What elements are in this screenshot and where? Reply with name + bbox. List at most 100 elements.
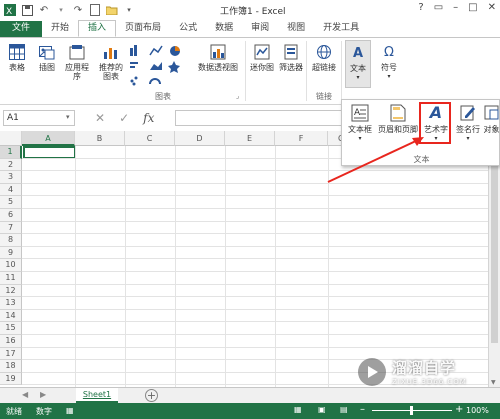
cancel-icon[interactable]: ✕ [95, 111, 105, 125]
tab-insert[interactable]: 插入 [78, 20, 117, 37]
apps-label: 应用程 序 [65, 63, 89, 81]
sheet-tab-sheet1[interactable]: Sheet1 [76, 388, 118, 403]
filter-button[interactable]: 筛选器 [277, 43, 305, 72]
row-header[interactable]: 12 [0, 284, 22, 298]
sheet-next-icon[interactable]: ▶ [40, 390, 46, 399]
name-box[interactable]: A1 [3, 110, 75, 126]
row-header[interactable]: 10 [0, 259, 22, 272]
row-header[interactable]: 18 [0, 360, 22, 373]
chart-types-gallery[interactable] [128, 44, 190, 88]
macro-record-icon[interactable]: ▦ [66, 406, 74, 415]
redo-icon[interactable]: ↷ [72, 4, 84, 16]
hyperlink-label: 超链接 [312, 63, 336, 72]
row-header[interactable]: 19 [0, 372, 22, 386]
tab-page-layout[interactable]: 页面布局 [116, 21, 170, 37]
grid-row-line [22, 308, 500, 310]
column-header[interactable]: B [75, 131, 125, 146]
maximize-icon[interactable]: □ [468, 2, 477, 13]
column-header[interactable]: A [22, 131, 75, 146]
row-header[interactable]: 2 [0, 158, 22, 172]
grid-row-line [22, 321, 500, 323]
zoom-out-icon[interactable]: – [360, 404, 365, 415]
scroll-down-icon[interactable]: ▼ [491, 379, 496, 386]
help-icon[interactable]: ? [418, 2, 423, 13]
select-all-corner[interactable] [0, 131, 22, 146]
text-dropdown-icon: ▾ [356, 74, 360, 81]
tab-data[interactable]: 数据 [206, 21, 242, 37]
normal-view-icon[interactable]: ▦ [294, 405, 302, 414]
pivot-chart-button[interactable]: 数据透视图 [194, 43, 242, 72]
row-header[interactable]: 4 [0, 183, 22, 197]
column-header[interactable]: C [125, 131, 175, 146]
row-header[interactable]: 13 [0, 297, 22, 310]
recommended-charts-button[interactable]: 推荐的 图表 [98, 43, 124, 81]
tab-formulas[interactable]: 公式 [170, 21, 206, 37]
sparkline-button[interactable]: 迷你图 [248, 43, 276, 72]
close-icon[interactable]: ✕ [488, 2, 496, 13]
page-break-view-icon[interactable]: ▤ [340, 405, 348, 414]
tab-review[interactable]: 审阅 [242, 21, 278, 37]
tab-file[interactable]: 文件 [0, 21, 43, 37]
minimize-icon[interactable]: – [453, 2, 458, 13]
column-header[interactable]: E [225, 131, 275, 146]
title-bar: X ↶ ▾ ↷ ▾ 工作簿1 - Excel ? ▭ – □ ✕ [0, 0, 500, 20]
row-header[interactable]: 14 [0, 309, 22, 323]
page-layout-view-icon[interactable]: ▣ [318, 405, 326, 414]
enter-icon[interactable]: ✓ [119, 111, 129, 125]
quick-access-toolbar: X ↶ ▾ ↷ ▾ [4, 4, 135, 16]
tab-view[interactable]: 视图 [278, 21, 314, 37]
row-header[interactable]: 5 [0, 196, 22, 209]
tab-developer[interactable]: 开发工具 [314, 21, 368, 37]
table-button[interactable]: 表格 [6, 43, 28, 72]
new-icon[interactable] [89, 4, 101, 16]
tab-home[interactable]: 开始 [42, 21, 78, 37]
row-header[interactable]: 11 [0, 272, 22, 285]
grid-row-line [22, 296, 500, 298]
ribbon-display-icon[interactable]: ▭ [434, 2, 443, 13]
illustrations-icon [38, 43, 56, 61]
save-icon[interactable] [21, 4, 33, 16]
open-icon[interactable] [106, 4, 118, 16]
hyperlink-button[interactable]: 超链接 [309, 43, 339, 72]
row-header[interactable]: 17 [0, 347, 22, 361]
svg-text:X: X [6, 7, 12, 16]
row-header[interactable]: 6 [0, 209, 22, 222]
ribbon: 表格 插图 应用程 序 推荐的 图表 数据透视图 图表 ⌟ 迷你图 筛选器 超链… [0, 37, 500, 105]
watermark: 溜溜自学 ZIXUE.3D66.COM [358, 357, 467, 386]
apps-button[interactable]: 应用程 序 [64, 43, 90, 81]
zoom-in-icon[interactable]: + [455, 404, 463, 415]
grid-column-line [125, 146, 126, 387]
add-sheet-icon[interactable]: + [145, 389, 158, 402]
text-icon: A [352, 45, 364, 61]
row-header[interactable]: 15 [0, 322, 22, 335]
undo-dropdown-icon[interactable]: ▾ [55, 4, 67, 16]
signature-line-button[interactable]: 签名行 ▾ [454, 104, 482, 143]
pivot-chart-label: 数据透视图 [198, 63, 238, 72]
row-header[interactable]: 8 [0, 234, 22, 247]
row-header[interactable]: 9 [0, 246, 22, 260]
scroll-thumb[interactable] [491, 143, 498, 343]
text-button[interactable]: A 文本 ▾ [345, 40, 371, 88]
vertical-scrollbar[interactable]: ▲ ▼ [488, 131, 500, 387]
grid-row-line [22, 283, 500, 285]
formula-input[interactable] [175, 110, 345, 126]
column-header[interactable]: D [175, 131, 225, 146]
zoom-thumb[interactable] [410, 406, 413, 415]
object-button[interactable]: 对象 [482, 104, 500, 134]
name-box-dropdown-icon[interactable]: ▾ [66, 113, 70, 121]
grid-row-line [22, 220, 500, 222]
insert-function-icon[interactable]: fx [143, 111, 154, 125]
group-launcher-icon[interactable]: ⌟ [236, 92, 239, 100]
illustrations-button[interactable]: 插图 [36, 43, 58, 72]
row-header[interactable]: 7 [0, 221, 22, 235]
zoom-level[interactable]: 100% [466, 406, 489, 415]
sheet-prev-icon[interactable]: ◀ [22, 390, 28, 399]
grid-row-line [22, 346, 500, 348]
row-header[interactable]: 16 [0, 335, 22, 348]
signature-line-label: 签名行 [456, 125, 480, 134]
row-header[interactable]: 3 [0, 171, 22, 184]
symbol-button[interactable]: Ω 符号 ▾ [377, 43, 401, 81]
undo-icon[interactable]: ↶ [38, 4, 50, 16]
row-header[interactable]: 1 [0, 146, 22, 159]
customize-icon[interactable]: ▾ [123, 4, 135, 16]
